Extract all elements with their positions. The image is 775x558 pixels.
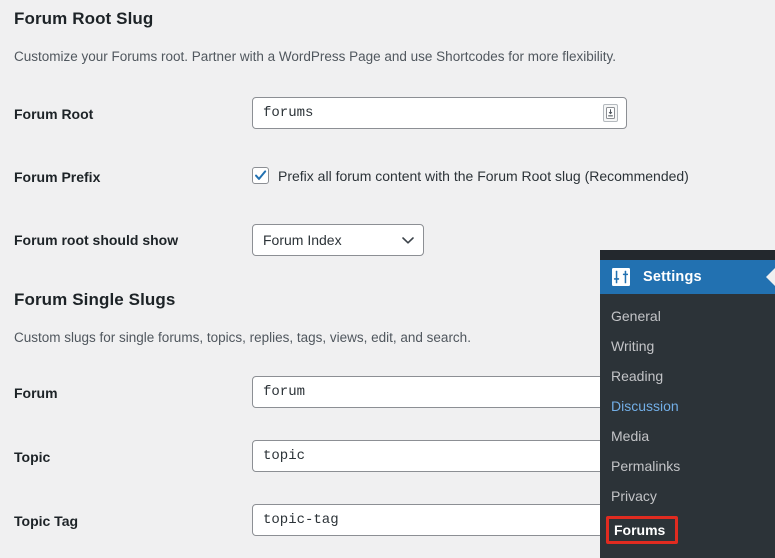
submenu-item-discussion[interactable]: Discussion	[600, 391, 775, 421]
section-title-forum-single-slugs: Forum Single Slugs	[14, 290, 176, 309]
section-description-forum-root-slug: Customize your Forums root. Partner with…	[14, 49, 616, 64]
forum-slug-input[interactable]: forum	[252, 376, 627, 408]
submenu-item-writing[interactable]: Writing	[600, 331, 775, 361]
forum-slug-input-value: forum	[263, 384, 306, 400]
forum-prefix-checkbox-row[interactable]: Prefix all forum content with the Forum …	[252, 167, 689, 184]
submenu-item-media[interactable]: Media	[600, 421, 775, 451]
chevron-down-icon	[401, 234, 414, 247]
admin-submenu-list: General Writing Reading Discussion Media…	[600, 294, 775, 558]
forum-root-should-show-value: Forum Index	[263, 232, 342, 248]
admin-settings-menu-panel: Settings General Writing Reading Discuss…	[600, 250, 775, 558]
settings-sliders-icon	[611, 267, 631, 287]
forums-highlight-ring: Forums	[606, 516, 679, 544]
forum-prefix-checkbox[interactable]	[252, 167, 269, 184]
forum-root-input[interactable]: forums	[252, 97, 627, 129]
submenu-item-forums-label: Forums	[614, 522, 666, 538]
forum-root-input-value: forums	[263, 105, 314, 121]
menu-pointer-arrow-icon	[766, 268, 775, 286]
admin-menu-top-strip	[600, 250, 775, 260]
topic-tag-slug-input[interactable]: topic-tag	[252, 504, 627, 536]
submenu-item-forums-wrapper[interactable]: Forums	[600, 511, 775, 549]
label-forum-root: Forum Root	[14, 106, 94, 122]
topic-slug-input[interactable]: topic	[252, 440, 627, 472]
label-forum: Forum	[14, 385, 58, 401]
label-forum-root-should-show: Forum root should show	[14, 232, 179, 248]
admin-menu-header-title: Settings	[643, 269, 702, 285]
section-title-forum-root-slug: Forum Root Slug	[14, 9, 154, 28]
topic-tag-slug-input-value: topic-tag	[263, 512, 339, 528]
submenu-item-privacy[interactable]: Privacy	[600, 481, 775, 511]
topic-slug-input-value: topic	[263, 448, 306, 464]
forum-root-should-show-select[interactable]: Forum Index	[252, 224, 424, 256]
label-topic: Topic	[14, 449, 51, 465]
autofill-icon[interactable]	[603, 104, 618, 122]
forum-prefix-checkbox-label: Prefix all forum content with the Forum …	[278, 167, 689, 184]
section-description-forum-single-slugs: Custom slugs for single forums, topics, …	[14, 330, 471, 345]
label-topic-tag: Topic Tag	[14, 513, 79, 529]
admin-menu-header-settings[interactable]: Settings	[600, 260, 775, 294]
submenu-item-reading[interactable]: Reading	[600, 361, 775, 391]
submenu-item-permalinks[interactable]: Permalinks	[600, 451, 775, 481]
label-forum-prefix: Forum Prefix	[14, 169, 101, 185]
submenu-item-general[interactable]: General	[600, 301, 775, 331]
